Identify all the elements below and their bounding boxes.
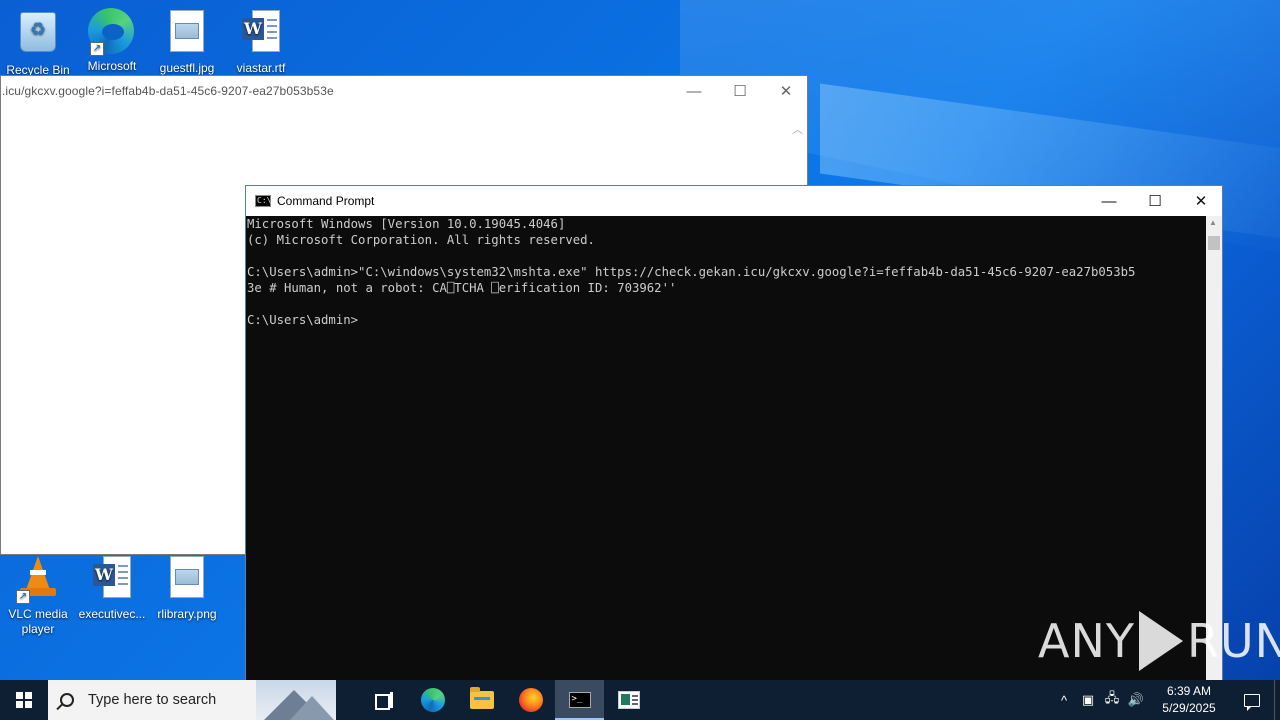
minimize-button[interactable]: — [671,76,717,106]
taskbar: Type here to search >_ ^ ▣ 🖧 🔊 6:39 AM 5… [0,680,1280,720]
desktop-icon-label: guestfl.jpg [159,61,215,75]
scrollbar-thumb[interactable] [1208,236,1220,250]
desktop-icon-label: executivec... [78,607,146,621]
vlc-icon: ↗ [14,556,62,604]
taskbar-file-explorer[interactable] [457,680,506,720]
network-icon[interactable]: 🖧 [1100,680,1124,720]
desktop-icon-vlc[interactable]: ↗ VLC media player [0,554,76,637]
taskbar-edge[interactable] [408,680,457,720]
cmd-icon: C:\ [255,195,272,207]
console-line: 3e # Human, not a robot: CA⎕TCHA ⎕erific… [247,281,677,295]
maximize-button[interactable]: ☐ [1132,186,1178,216]
edge-icon: ↗ [88,8,136,56]
desktop-icon-rlibrary[interactable]: rlibrary.png [149,554,225,622]
chevron-up-icon[interactable]: ^ [1052,680,1076,720]
play-icon [1138,611,1183,671]
image-file-icon [163,556,211,604]
taskbar-command-prompt[interactable]: >_ [555,680,604,720]
desktop-icon-microsoft-edge[interactable]: ↗ Microsoft [74,8,150,74]
clock-time: 6:39 AM [1166,684,1212,698]
watermark-text-right: RUN [1186,614,1280,668]
task-view-button[interactable] [359,680,408,720]
folder-icon [469,687,494,709]
maximize-button[interactable]: ☐ [717,76,763,106]
desktop-icon-label: viastar.rtf [236,61,286,75]
image-file-icon [163,10,211,58]
cmd-title: Command Prompt [277,194,375,208]
desktop-icon-guestfl[interactable]: guestfl.jpg [149,8,225,76]
search-highlight-image [256,680,336,720]
console-line: (c) Microsoft Corporation. All rights re… [247,233,595,247]
cmd-title-bar[interactable]: C:\ Command Prompt — ☐ ✕ [246,186,1222,216]
app-icon [617,691,640,709]
taskbar-clock[interactable]: 6:39 AM 5/29/2025 [1154,683,1224,717]
console-prompt-line: C:\Users\admin> [247,313,359,327]
anyrun-watermark: ANY RUN [1038,606,1280,676]
close-button[interactable]: ✕ [763,76,809,106]
taskbar-search-box[interactable]: Type here to search [48,680,336,720]
notification-center-button[interactable] [1230,680,1274,720]
scroll-up-icon[interactable]: ▲ [1209,218,1217,227]
console-line: C:\Users\admin>"C:\windows\system32\msht… [247,265,1136,279]
notification-icon [1244,693,1260,711]
taskbar-firefox[interactable] [506,680,555,720]
desktop-icon-label: rlibrary.png [157,607,217,621]
show-desktop-button[interactable] [1274,680,1280,720]
desktop-icon-recycle-bin[interactable]: Recycle Bin [0,8,76,78]
scroll-up-icon[interactable]: ︿ [792,121,803,137]
device-icon[interactable]: ▣ [1076,680,1100,720]
watermark-text-left: ANY [1038,614,1135,668]
search-icon [60,693,74,707]
desktop-icon-label: VLC media player [8,607,68,636]
windows-logo-icon [16,692,32,708]
search-placeholder: Type here to search [88,692,217,708]
taskbar-app[interactable] [604,680,653,720]
clock-date: 5/29/2025 [1162,701,1216,715]
word-document-icon: W [88,556,136,604]
task-view-icon [374,692,393,710]
desktop: Recycle Bin ↗ Microsoft guestfl.jpg W vi… [0,0,1280,720]
system-tray: ^ ▣ 🖧 🔊 6:39 AM 5/29/2025 [1052,680,1280,720]
console-line: Microsoft Windows [Version 10.0.19045.40… [247,217,566,231]
browser-title-bar[interactable]: .icu/gkcxv.google?i=feffab4b-da51-45c6-9… [1,76,807,106]
desktop-icon-executive[interactable]: W executivec... [74,554,150,622]
browser-url-text: .icu/gkcxv.google?i=feffab4b-da51-45c6-9… [2,84,334,98]
start-button[interactable] [0,680,48,720]
desktop-icon-label: Microsoft [87,59,137,73]
cmd-icon: >_ [568,692,591,708]
volume-icon[interactable]: 🔊 [1124,680,1148,720]
minimize-button[interactable]: — [1086,186,1132,216]
recycle-bin-icon [14,12,62,60]
desktop-icon-viastar[interactable]: W viastar.rtf [223,8,299,76]
firefox-icon [518,688,543,712]
edge-icon [420,688,445,712]
close-button[interactable]: ✕ [1178,186,1224,216]
word-document-icon: W [237,10,285,58]
